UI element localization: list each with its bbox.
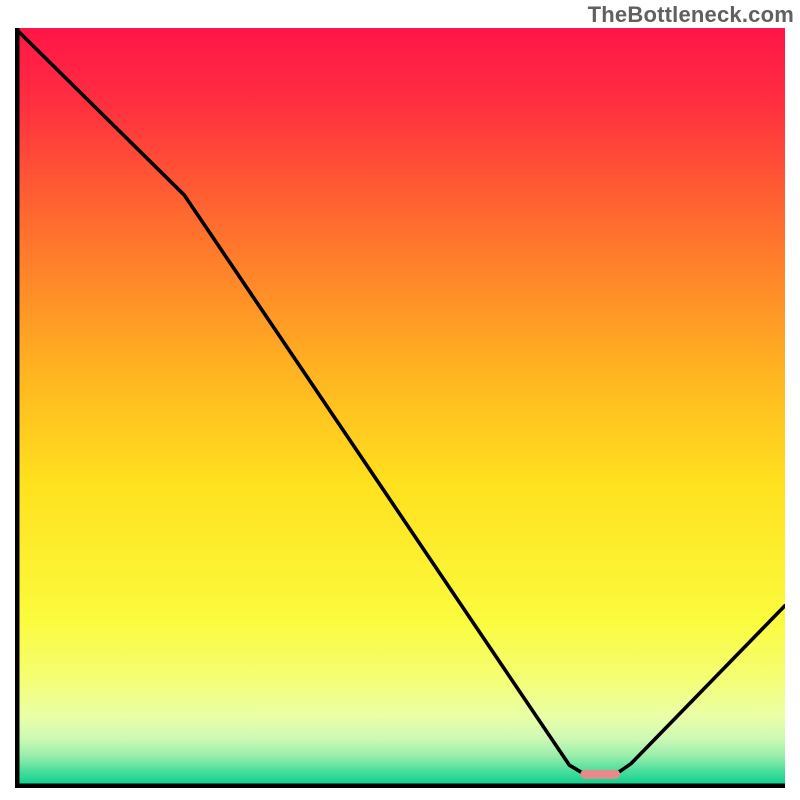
watermark-text: TheBottleneck.com xyxy=(588,2,794,28)
plot-area xyxy=(15,28,785,788)
bottleneck-chart xyxy=(15,28,785,788)
chart-stage: TheBottleneck.com xyxy=(0,0,800,800)
